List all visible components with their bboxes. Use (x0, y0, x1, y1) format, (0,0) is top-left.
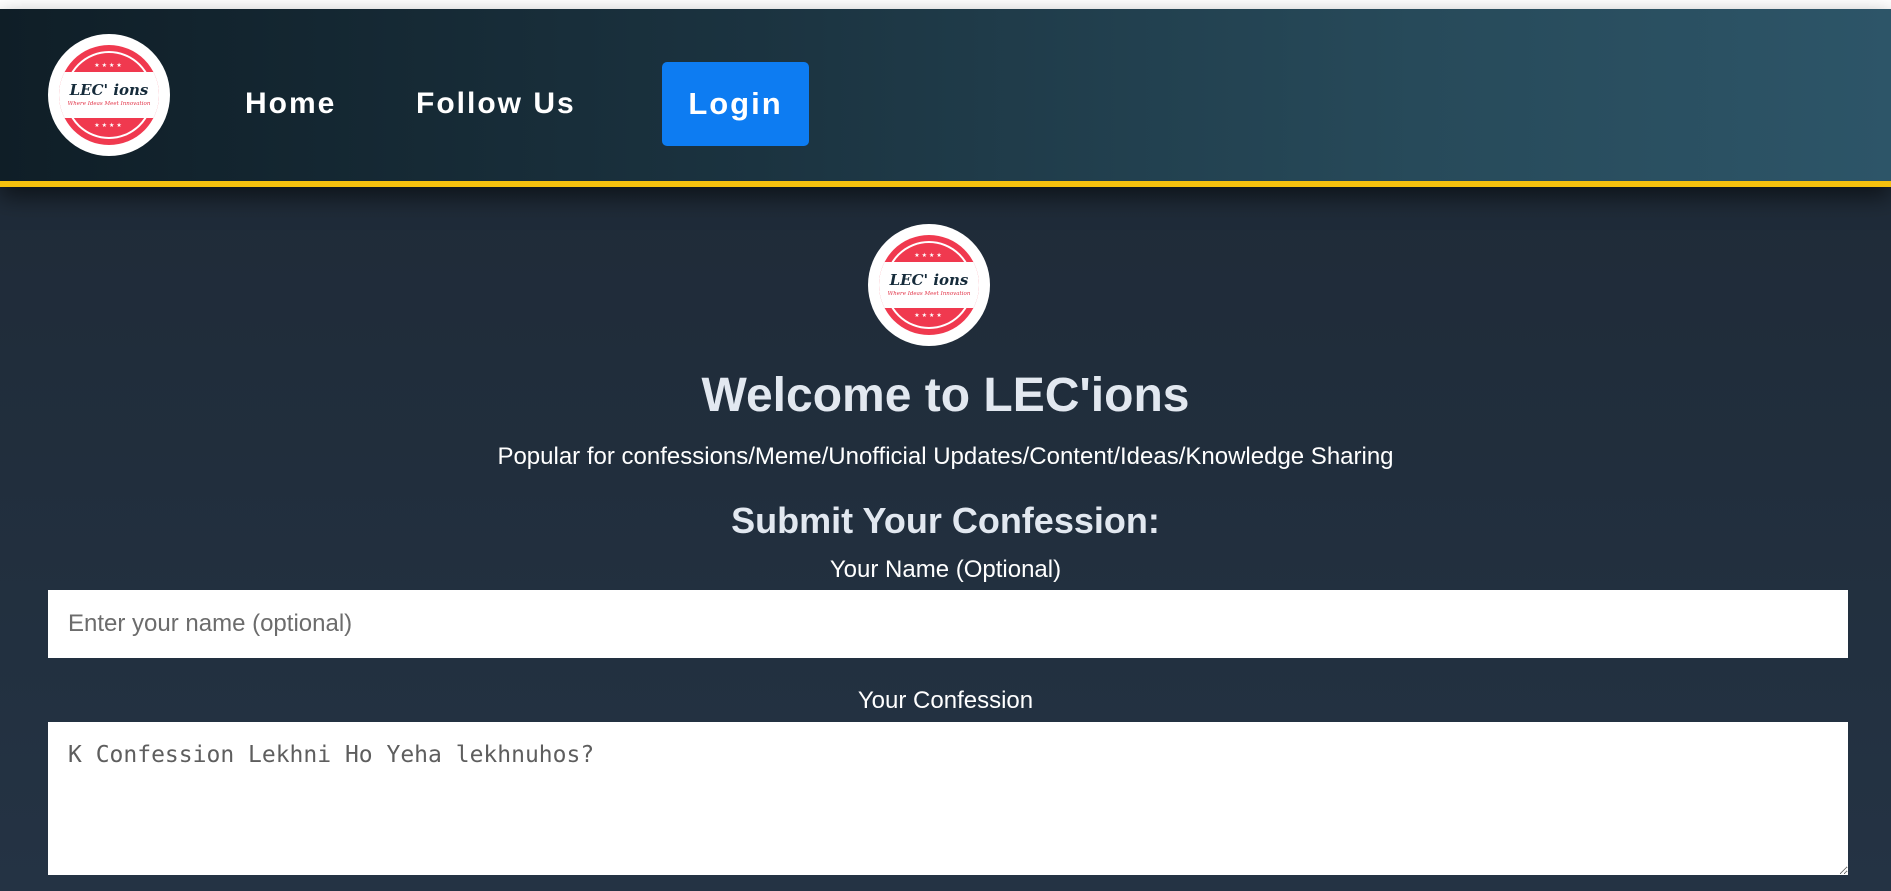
welcome-heading: Welcome to LEC'ions (701, 369, 1190, 422)
top-strip (0, 0, 1891, 9)
logo-emblem: ★★★★ LEC' ions Where Ideas Meet Innovati… (59, 45, 159, 145)
confession-label: Your Confession (857, 687, 1034, 714)
logo-tagline: Where Ideas Meet Innovation (67, 101, 151, 107)
logo-stars-top: ★★★★ (914, 253, 944, 259)
name-input[interactable] (48, 590, 1848, 658)
navbar: ★★★★ LEC' ions Where Ideas Meet Innovati… (0, 9, 1891, 187)
form-title: Submit Your Confession: (731, 500, 1160, 541)
site-subtitle: Popular for confessions/Meme/Unofficial … (497, 443, 1394, 470)
logo-brand-text: LEC' ions (889, 271, 969, 289)
logo-tagline: Where Ideas Meet Innovation (887, 291, 971, 297)
hero-logo: ★★★★ LEC' ions Where Ideas Meet Innovati… (868, 224, 990, 346)
nav-logo[interactable]: ★★★★ LEC' ions Where Ideas Meet Innovati… (48, 34, 170, 156)
logo-brand-text: LEC' ions (69, 81, 149, 99)
login-button[interactable]: Login (662, 62, 809, 146)
nav-follow-us-link[interactable]: Follow Us (416, 82, 576, 126)
logo-stars-bottom: ★★★★ (914, 313, 944, 319)
confession-textarea[interactable] (48, 722, 1848, 875)
logo-emblem: ★★★★ LEC' ions Where Ideas Meet Innovati… (879, 235, 979, 335)
nav-home-link[interactable]: Home (245, 82, 336, 126)
logo-stars-top: ★★★★ (94, 63, 124, 69)
name-label: Your Name (Optional) (829, 556, 1062, 583)
logo-stars-bottom: ★★★★ (94, 123, 124, 129)
